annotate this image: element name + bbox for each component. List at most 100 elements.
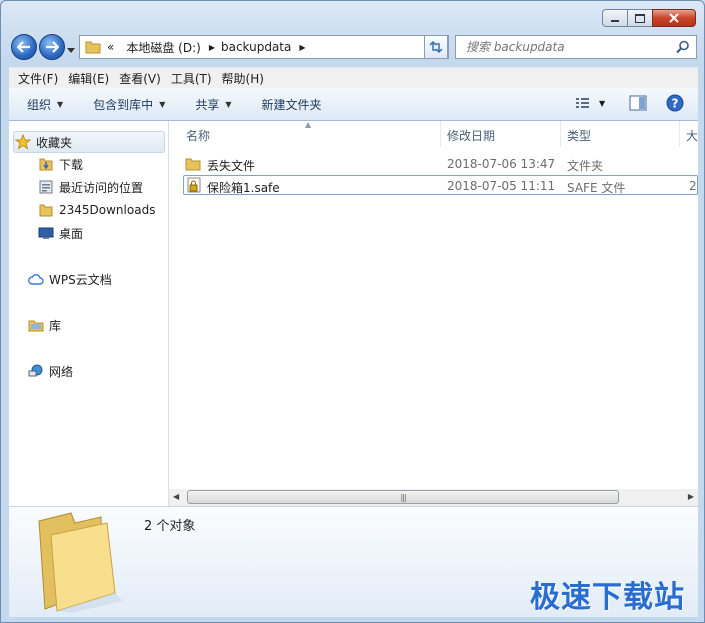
horizontal-scrollbar[interactable]: ◀ ||| ▶ bbox=[169, 489, 698, 506]
scroll-left-icon[interactable]: ◀ bbox=[173, 492, 179, 501]
help-icon: ? bbox=[666, 94, 684, 112]
help-button[interactable]: ? bbox=[666, 94, 684, 115]
column-size[interactable]: 大 bbox=[686, 127, 698, 144]
caption-buttons bbox=[602, 9, 696, 28]
address-root[interactable]: « bbox=[107, 40, 114, 54]
column-date[interactable]: 修改日期 bbox=[447, 127, 495, 144]
address-bar[interactable]: « 本地磁盘 (D:) ▶ backupdata ▶ bbox=[79, 35, 449, 59]
locked-file-icon bbox=[186, 177, 202, 196]
downloads-folder-icon bbox=[37, 156, 55, 172]
search-icon[interactable] bbox=[676, 40, 690, 54]
chevron-right-icon[interactable]: ▶ bbox=[209, 43, 215, 52]
address-segment-folder[interactable]: backupdata bbox=[221, 40, 291, 54]
forward-arrow-icon bbox=[46, 41, 59, 53]
nav-label: 收藏夹 bbox=[36, 135, 73, 150]
network-icon bbox=[27, 363, 45, 379]
column-name[interactable]: 名称 bbox=[186, 127, 210, 144]
column-separator[interactable] bbox=[560, 121, 561, 147]
menu-file[interactable]: 文件(F) bbox=[13, 70, 63, 87]
view-list-icon bbox=[576, 98, 589, 108]
file-date: 2018-07-06 13:47 bbox=[447, 157, 556, 171]
search-box[interactable] bbox=[455, 35, 697, 59]
folder-icon bbox=[37, 202, 55, 218]
chevron-right-icon[interactable]: ▶ bbox=[299, 43, 305, 52]
file-type: SAFE 文件 bbox=[567, 181, 626, 195]
scroll-right-icon[interactable]: ▶ bbox=[688, 492, 694, 501]
file-list: ▲ 名称 修改日期 类型 大 丢失文件 2018-07-06 13:47 文件夹… bbox=[169, 121, 698, 506]
nav-label: 桌面 bbox=[59, 226, 84, 241]
nav-recent-places[interactable]: 最近访问的位置 bbox=[37, 177, 143, 197]
maximize-icon bbox=[635, 13, 645, 23]
chevron-down-icon: ▼ bbox=[159, 99, 166, 109]
refresh-button[interactable] bbox=[424, 35, 448, 59]
history-dropdown[interactable] bbox=[67, 43, 75, 57]
nav-label: 网络 bbox=[49, 364, 74, 379]
column-header-row: ▲ 名称 修改日期 类型 大 bbox=[169, 121, 698, 147]
file-type: 文件夹 bbox=[567, 159, 604, 173]
menu-view[interactable]: 查看(V) bbox=[114, 70, 166, 87]
menu-help[interactable]: 帮助(H) bbox=[217, 70, 269, 87]
view-options-button[interactable]: ▼ bbox=[575, 96, 605, 110]
svg-text:?: ? bbox=[672, 97, 679, 111]
table-row[interactable]: 丢失文件 2018-07-06 13:47 文件夹 bbox=[183, 154, 698, 174]
share-button[interactable]: 共享 ▼ bbox=[195, 96, 231, 113]
file-date: 2018-07-05 11:11 bbox=[447, 179, 556, 193]
search-input[interactable] bbox=[464, 39, 678, 55]
menu-bar: 文件(F) 编辑(E) 查看(V) 工具(T) 帮助(H) bbox=[9, 67, 698, 88]
maximize-button[interactable] bbox=[627, 9, 653, 27]
nav-downloads[interactable]: 下载 bbox=[37, 154, 83, 174]
minimize-button[interactable] bbox=[602, 9, 628, 27]
recent-places-icon bbox=[37, 179, 55, 195]
nav-label: 库 bbox=[49, 318, 62, 333]
grip-icon: ||| bbox=[400, 492, 406, 502]
preview-pane-button[interactable] bbox=[629, 95, 647, 114]
navigation-pane: 收藏夹 下载 最近访问的位置 2345Downloads 桌面 WPS云文档 库 bbox=[9, 121, 169, 506]
library-icon bbox=[27, 317, 45, 333]
nav-wps-cloud[interactable]: WPS云文档 bbox=[27, 269, 112, 289]
large-folder-icon bbox=[31, 509, 127, 616]
file-size: 2, bbox=[689, 179, 698, 193]
new-folder-button[interactable]: 新建文件夹 bbox=[262, 96, 322, 113]
organize-label: 组织 bbox=[27, 97, 52, 112]
organize-button[interactable]: 组织 ▼ bbox=[27, 96, 63, 113]
forward-button[interactable] bbox=[39, 34, 65, 60]
nav-label: 下载 bbox=[59, 157, 84, 172]
nav-label: 最近访问的位置 bbox=[59, 180, 144, 195]
include-in-library-button[interactable]: 包含到库中 ▼ bbox=[93, 96, 165, 113]
nav-libraries[interactable]: 库 bbox=[27, 315, 61, 335]
close-button[interactable] bbox=[652, 9, 696, 27]
navigation-row: « 本地磁盘 (D:) ▶ backupdata ▶ bbox=[1, 31, 704, 63]
nav-favorites[interactable]: 收藏夹 bbox=[13, 131, 165, 153]
star-icon bbox=[14, 134, 32, 150]
close-icon bbox=[669, 13, 679, 23]
column-separator[interactable] bbox=[679, 121, 680, 147]
sort-arrow-icon: ▲ bbox=[305, 121, 312, 129]
watermark-text: 极速下载站 bbox=[530, 580, 685, 615]
menu-edit[interactable]: 编辑(E) bbox=[63, 70, 114, 87]
nav-desktop[interactable]: 桌面 bbox=[37, 223, 83, 243]
nav-network[interactable]: 网络 bbox=[27, 361, 73, 381]
file-name: 丢失文件 bbox=[207, 159, 256, 173]
menu-tools[interactable]: 工具(T) bbox=[166, 70, 217, 87]
table-row[interactable]: 保险箱1.safe 2018-07-05 11:11 SAFE 文件 2, bbox=[183, 175, 698, 195]
chevron-down-icon: ▼ bbox=[225, 99, 232, 109]
folder-icon bbox=[185, 156, 201, 175]
folder-icon bbox=[85, 41, 101, 54]
include-label: 包含到库中 bbox=[93, 97, 154, 112]
cloud-icon bbox=[27, 271, 45, 287]
chevron-down-icon: ▼ bbox=[599, 98, 606, 108]
nav-2345downloads[interactable]: 2345Downloads bbox=[37, 200, 155, 220]
column-type[interactable]: 类型 bbox=[567, 127, 591, 144]
back-arrow-icon bbox=[17, 41, 30, 53]
scroll-thumb[interactable]: ||| bbox=[187, 490, 619, 504]
share-label: 共享 bbox=[195, 97, 220, 112]
address-segment-drive[interactable]: 本地磁盘 (D:) bbox=[126, 39, 200, 56]
column-separator[interactable] bbox=[440, 121, 441, 147]
back-button[interactable] bbox=[11, 34, 37, 60]
chevron-down-icon: ▼ bbox=[57, 99, 64, 109]
object-count: 2 个对象 bbox=[144, 519, 196, 534]
explorer-window: « 本地磁盘 (D:) ▶ backupdata ▶ 文件(F) 编辑(E) 查… bbox=[0, 0, 705, 623]
nav-label: 2345Downloads bbox=[59, 203, 156, 217]
preview-pane-icon bbox=[629, 95, 647, 111]
chevron-down-icon bbox=[67, 48, 75, 53]
